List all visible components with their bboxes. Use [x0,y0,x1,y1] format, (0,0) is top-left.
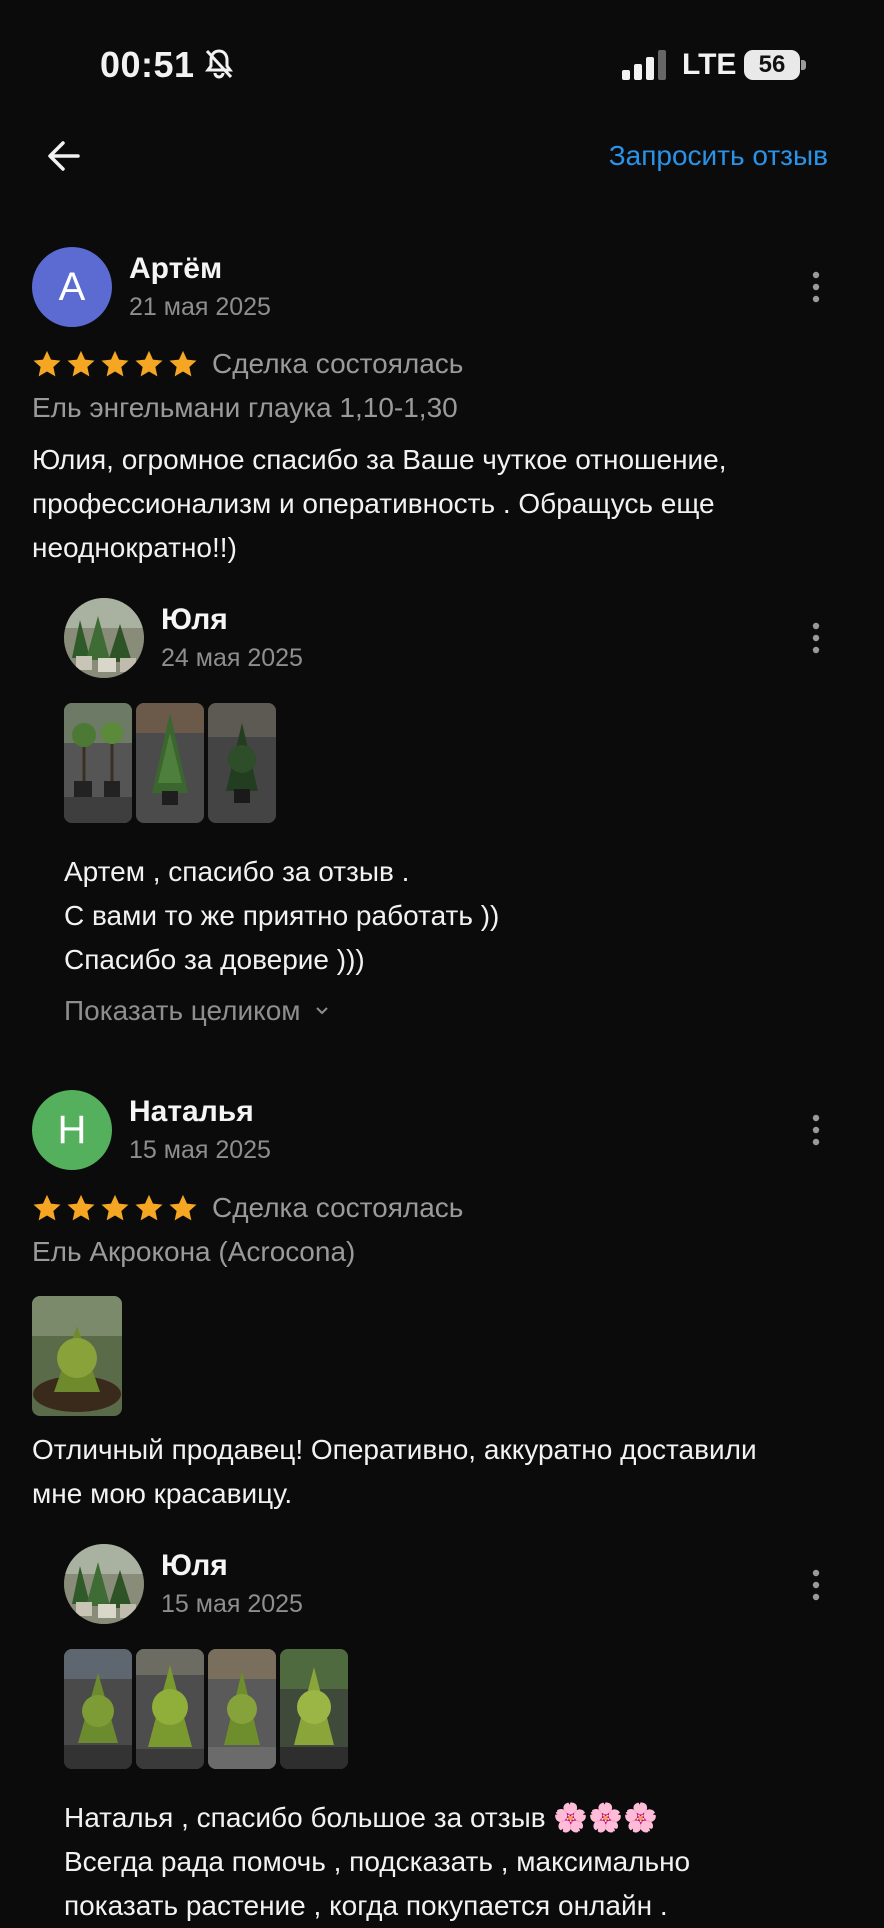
review-text-line: профессионализм и оперативность . Обращу… [32,488,715,519]
review-text-line: неоднократно!!) [32,532,237,563]
network-type: LTE [682,48,737,81]
star-icon [33,1194,61,1221]
product-name: Ель энгельмани глаука 1,10-1,30 [32,392,458,423]
reply-text: Наталья , спасибо большое за отзыв 🌸🌸🌸 В… [64,1796,864,1928]
star-icon [169,1194,197,1221]
more-options-icon[interactable] [811,271,821,303]
avatar-letter: Н [57,1108,87,1152]
reply-text-line: Всегда рада помочь , подсказать , максим… [64,1846,691,1877]
deal-status: Сделка состоялась [212,1192,464,1223]
reply-date: 24 мая 2025 [161,644,303,672]
reply-text-line: Спасибо за доверие ))) [64,944,365,975]
reply-photo[interactable] [280,1649,348,1769]
review-date: 21 мая 2025 [129,293,271,321]
star-icon [33,350,61,377]
star-icon [101,1194,129,1221]
reply-text-line: показать растение , когда покупается онл… [64,1890,668,1921]
seller-avatar [64,1544,144,1624]
reply-photo[interactable] [136,1649,204,1769]
bell-muted-icon [205,49,233,79]
star-icon [169,350,197,377]
more-options-icon[interactable] [811,622,821,654]
reply-photo[interactable] [208,1649,276,1769]
star-icon [135,350,163,377]
more-options-icon[interactable] [811,1569,821,1601]
reply-text-line: Артем , спасибо за отзыв . [64,856,410,887]
avatar-letter: А [58,265,86,309]
review-text: Отличный продавец! Оперативно, аккуратно… [32,1428,862,1516]
review-text-line: мне мою красавицу. [32,1478,293,1509]
rating-stars [32,1193,198,1223]
star-icon [67,350,95,377]
reply-photo[interactable] [64,1649,132,1769]
star-icon [135,1194,163,1221]
back-arrow-icon[interactable] [44,136,84,176]
show-all-button[interactable]: Показать целиком [64,995,329,1027]
battery-level: 56 [758,51,786,78]
product-name: Ель Акрокона (Acrocona) [32,1236,356,1267]
star-icon [67,1194,95,1221]
more-options-icon[interactable] [811,1114,821,1146]
show-all-label: Показать целиком [64,995,301,1026]
review-text-line: Юлия, огромное спасибо за Ваше чуткое от… [32,444,727,475]
review-date: 15 мая 2025 [129,1136,271,1164]
reviewer-name: Артём [129,252,223,285]
reviewer-name: Наталья [129,1095,254,1128]
status-time: 00:51 [100,44,195,85]
signal-icon [622,50,666,80]
reply-photo[interactable] [64,703,132,823]
seller-name: Юля [161,1549,228,1582]
seller-name: Юля [161,603,228,636]
reply-text-line: С вами то же приятно работать )) [64,900,500,931]
review-text: Юлия, огромное спасибо за Ваше чуткое от… [32,438,862,570]
reply-photo[interactable] [136,703,204,823]
review-text-line: Отличный продавец! Оперативно, аккуратно… [32,1434,757,1465]
star-icon [101,350,129,377]
chevron-down-icon [315,1007,328,1015]
avatar: Н [32,1090,112,1170]
rating-stars [32,349,198,379]
seller-avatar [64,598,144,678]
reply-text-line: Наталья , спасибо большое за отзыв 🌸🌸🌸 [64,1802,658,1833]
review-photo[interactable] [32,1296,122,1416]
deal-status: Сделка состоялась [212,348,464,379]
reply-photo[interactable] [208,703,276,823]
request-review-button[interactable]: Запросить отзыв [609,140,828,172]
avatar: А [32,247,112,327]
reply-text: Артем , спасибо за отзыв . С вами то же … [64,850,854,982]
reply-date: 15 мая 2025 [161,1590,303,1618]
battery-icon: 56 [744,50,806,80]
